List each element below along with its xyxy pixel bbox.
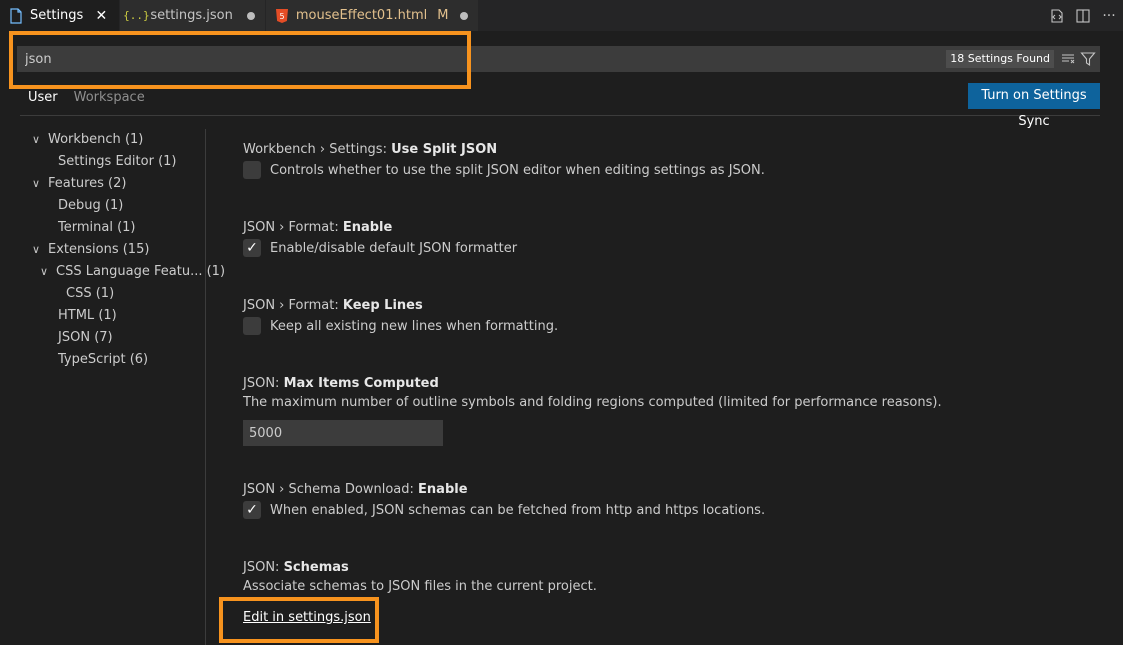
open-settings-json-icon[interactable] — [1049, 8, 1065, 24]
edit-in-settings-json-link[interactable]: Edit in settings.json — [243, 610, 371, 625]
toc-count: (6) — [129, 352, 149, 367]
setting-checkbox-row: Controls whether to use the split JSON e… — [243, 161, 765, 179]
toc-label: CSS Language Featu... — [56, 264, 203, 279]
toc-label: TypeScript — [58, 352, 126, 367]
editor-actions: ··· — [1049, 0, 1117, 31]
check-icon: ✓ — [246, 240, 258, 256]
toc-item-workbench[interactable]: ∨ Workbench (1) — [28, 129, 208, 151]
toc-item-debug[interactable]: Debug (1) — [28, 195, 208, 217]
check-icon: ✓ — [246, 502, 258, 518]
scope-divider — [20, 115, 1100, 116]
use-split-json-checkbox[interactable] — [243, 161, 261, 179]
editor-tab-bar: Settings ✕ {..} settings.json 5 mouseEff… — [0, 0, 1123, 31]
setting-checkbox-row: ✓ Enable/disable default JSON formatter — [243, 239, 517, 257]
settings-scope-tabs: User Workspace — [20, 86, 153, 116]
toc-label: Settings Editor — [58, 154, 154, 169]
split-editor-icon[interactable] — [1075, 8, 1091, 24]
chevron-down-icon: ∨ — [32, 243, 41, 256]
close-icon[interactable]: ✕ — [93, 8, 109, 24]
results-count-badge: 18 Settings Found — [946, 50, 1054, 68]
toc-label: JSON — [58, 330, 91, 345]
max-items-input[interactable] — [243, 420, 443, 446]
more-actions-icon[interactable]: ··· — [1101, 8, 1117, 24]
toc-label: HTML — [58, 308, 95, 323]
settings-file-icon — [8, 7, 24, 24]
toc-item-extensions[interactable]: ∨ Extensions (15) — [28, 239, 208, 261]
setting-checkbox-row: ✓ When enabled, JSON schemas can be fetc… — [243, 501, 765, 519]
toc-label: Terminal — [58, 220, 113, 235]
setting-description: Associate schemas to JSON files in the c… — [243, 579, 597, 594]
setting-title: Workbench › Settings: Use Split JSON — [243, 142, 498, 157]
toc-count: (15) — [122, 242, 150, 257]
modified-marker: M — [437, 8, 449, 23]
chevron-down-icon: ∨ — [32, 177, 41, 190]
setting-title: JSON › Format: Keep Lines — [243, 298, 423, 313]
filter-icon[interactable] — [1080, 51, 1096, 67]
toc-count: (1) — [206, 264, 226, 279]
toc-label: Features — [48, 176, 104, 191]
toc-item-settings-editor[interactable]: Settings Editor (1) — [28, 151, 208, 173]
tab-label: settings.json — [150, 8, 233, 23]
json-braces-icon: {..} — [123, 9, 150, 22]
toc-count: (1) — [104, 198, 124, 213]
setting-use-split-json: Workbench › Settings: Use Split JSON Con… — [243, 142, 765, 179]
html5-icon: 5 — [274, 8, 290, 24]
unsaved-dot-icon[interactable] — [246, 11, 255, 20]
setting-schema-download: JSON › Schema Download: Enable ✓ When en… — [243, 482, 765, 519]
toc-count: (1) — [117, 220, 136, 235]
setting-description: Enable/disable default JSON formatter — [270, 240, 518, 256]
search-bar: 18 Settings Found — [17, 46, 1100, 72]
tab-settings[interactable]: Settings ✕ — [0, 0, 121, 31]
toc-count: (1) — [98, 308, 117, 323]
keep-lines-checkbox[interactable] — [243, 317, 261, 335]
tab-settings-json[interactable]: {..} settings.json — [120, 0, 266, 31]
toc-divider — [205, 129, 206, 645]
setting-title: JSON › Schema Download: Enable — [243, 482, 468, 497]
setting-format-enable: JSON › Format: Enable ✓ Enable/disable d… — [243, 220, 517, 257]
chevron-down-icon: ∨ — [32, 133, 41, 146]
toc-count: (1) — [95, 286, 115, 301]
setting-max-items-computed: JSON: Max Items Computed The maximum num… — [243, 376, 942, 446]
setting-checkbox-row: Keep all existing new lines when formatt… — [243, 317, 558, 335]
toc-label: Extensions — [48, 242, 119, 257]
toc-item-css[interactable]: CSS (1) — [28, 283, 208, 305]
toc-item-features[interactable]: ∨ Features (2) — [28, 173, 208, 195]
chevron-down-icon: ∨ — [40, 265, 49, 278]
toc-item-json[interactable]: JSON (7) — [28, 327, 208, 349]
tab-workspace[interactable]: Workspace — [66, 86, 153, 116]
tab-user[interactable]: User — [20, 86, 66, 116]
schema-download-checkbox[interactable]: ✓ — [243, 501, 261, 519]
toc-item-typescript[interactable]: TypeScript (6) — [28, 349, 208, 371]
format-enable-checkbox[interactable]: ✓ — [243, 239, 261, 257]
toc-item-terminal[interactable]: Terminal (1) — [28, 217, 208, 239]
toc-count: (1) — [124, 132, 144, 147]
setting-title: JSON › Format: Enable — [243, 220, 393, 235]
svg-text:5: 5 — [279, 12, 284, 21]
setting-title: JSON: Max Items Computed — [243, 376, 439, 391]
tab-mouse-effect-html[interactable]: 5 mouseEffect01.html M — [265, 0, 480, 31]
setting-description: The maximum number of outline symbols an… — [243, 395, 942, 410]
setting-keep-lines: JSON › Format: Keep Lines Keep all exist… — [243, 298, 558, 335]
setting-description: Keep all existing new lines when formatt… — [270, 318, 559, 334]
toc-label: CSS — [66, 286, 92, 301]
toc-item-css-language-features[interactable]: ∨ CSS Language Featu... (1) — [28, 261, 225, 283]
search-input[interactable] — [17, 46, 947, 72]
clear-filter-icon[interactable] — [1060, 51, 1076, 67]
toc-count: (7) — [94, 330, 113, 345]
turn-on-settings-sync-button[interactable]: Turn on Settings Sync — [968, 83, 1100, 129]
setting-title: JSON: Schemas — [243, 560, 349, 575]
settings-toc: ∨ Workbench (1) Settings Editor (1) ∨ Feat… — [28, 129, 225, 371]
setting-schemas: JSON: Schemas Associate schemas to JSON … — [243, 560, 597, 625]
setting-description: When enabled, JSON schemas can be fetche… — [270, 502, 766, 518]
toc-count: (1) — [158, 154, 177, 169]
tab-label: mouseEffect01.html — [295, 8, 428, 23]
toc-item-html[interactable]: HTML (1) — [28, 305, 208, 327]
toc-label: Debug — [58, 198, 101, 213]
toc-label: Workbench — [48, 132, 121, 147]
toc-count: (2) — [108, 176, 127, 191]
setting-description: Controls whether to use the split JSON e… — [270, 162, 765, 178]
tab-label: Settings — [30, 8, 84, 23]
unsaved-dot-icon[interactable] — [460, 11, 469, 20]
